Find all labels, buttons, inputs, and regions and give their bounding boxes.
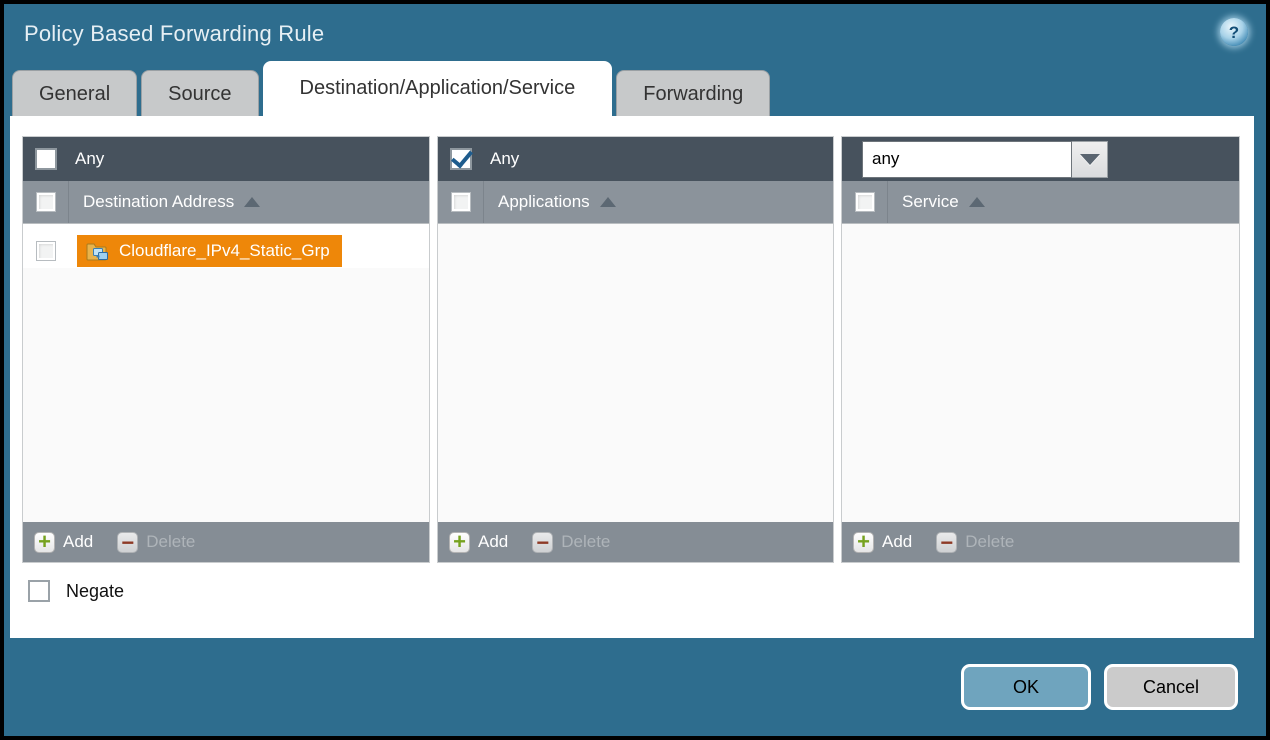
- destination-toolbar: + Add − Delete: [23, 522, 429, 562]
- applications-column-header[interactable]: Applications: [438, 181, 833, 224]
- address-group-item[interactable]: Cloudflare_IPv4_Static_Grp: [77, 235, 342, 267]
- chevron-down-icon: [1080, 154, 1100, 165]
- add-button[interactable]: + Add: [34, 532, 93, 553]
- destination-any-bar: Any: [23, 137, 429, 181]
- help-glyph: ?: [1229, 24, 1239, 41]
- destination-any-checkbox[interactable]: [35, 148, 57, 170]
- delete-button[interactable]: − Delete: [117, 532, 195, 553]
- applications-column-label: Applications: [498, 192, 590, 212]
- destination-column-header[interactable]: Destination Address: [23, 181, 429, 224]
- applications-list: [438, 224, 833, 522]
- add-label: Add: [882, 532, 912, 552]
- tab-content-panel: Any Destination Address: [10, 116, 1254, 638]
- service-toolbar: + Add − Delete: [842, 522, 1239, 562]
- delete-label: Delete: [965, 532, 1014, 552]
- applications-any-bar: Any: [438, 137, 833, 181]
- add-label: Add: [478, 532, 508, 552]
- applications-any-label: Any: [490, 149, 519, 169]
- delete-label: Delete: [561, 532, 610, 552]
- add-button[interactable]: + Add: [853, 532, 912, 553]
- policy-based-forwarding-dialog: Policy Based Forwarding Rule ? General S…: [0, 0, 1270, 740]
- tab-destination-application-service[interactable]: Destination/Application/Service: [263, 61, 613, 116]
- destination-select-all-checkbox[interactable]: [36, 192, 56, 212]
- sort-ascending-icon: [969, 197, 985, 207]
- delete-button[interactable]: − Delete: [936, 532, 1014, 553]
- destination-list: Cloudflare_IPv4_Static_Grp: [23, 224, 429, 522]
- cancel-button[interactable]: Cancel: [1104, 664, 1238, 710]
- sort-ascending-icon: [244, 197, 260, 207]
- service-column-header[interactable]: Service: [842, 181, 1239, 224]
- destination-any-label: Any: [75, 149, 104, 169]
- address-group-icon: [86, 240, 110, 262]
- dialog-title: Policy Based Forwarding Rule: [4, 21, 324, 47]
- title-bar: Policy Based Forwarding Rule ?: [4, 4, 1266, 64]
- applications-select-all-checkbox[interactable]: [451, 192, 471, 212]
- delete-icon: −: [936, 532, 957, 553]
- add-icon: +: [34, 532, 55, 553]
- service-select-all-checkbox[interactable]: [855, 192, 875, 212]
- service-list: [842, 224, 1239, 522]
- service-any-bar: any: [842, 137, 1239, 181]
- tab-forwarding[interactable]: Forwarding: [616, 70, 770, 116]
- delete-icon: −: [532, 532, 553, 553]
- destination-select-all-cell: [23, 181, 69, 223]
- dialog-footer: OK Cancel: [4, 638, 1266, 710]
- columns-container: Any Destination Address: [10, 116, 1254, 563]
- applications-any-checkbox[interactable]: [450, 148, 472, 170]
- negate-checkbox[interactable]: [28, 580, 50, 602]
- ok-button[interactable]: OK: [961, 664, 1091, 710]
- row-checkbox[interactable]: [36, 241, 56, 261]
- row-checkbox-cell: [23, 241, 69, 261]
- service-dropdown[interactable]: any: [862, 141, 1108, 178]
- tab-source[interactable]: Source: [141, 70, 258, 116]
- add-icon: +: [853, 532, 874, 553]
- add-icon: +: [449, 532, 470, 553]
- applications-panel: Any Applications + Add −: [437, 136, 834, 563]
- delete-icon: −: [117, 532, 138, 553]
- delete-label: Delete: [146, 532, 195, 552]
- address-group-label: Cloudflare_IPv4_Static_Grp: [119, 241, 330, 261]
- add-button[interactable]: + Add: [449, 532, 508, 553]
- delete-button[interactable]: − Delete: [532, 532, 610, 553]
- service-dropdown-button[interactable]: [1072, 141, 1108, 178]
- destination-column-label: Destination Address: [83, 192, 234, 212]
- service-panel: any Service +: [841, 136, 1240, 563]
- applications-select-all-cell: [438, 181, 484, 223]
- table-row: Cloudflare_IPv4_Static_Grp: [23, 224, 429, 268]
- negate-label: Negate: [66, 581, 124, 602]
- tab-bar: General Source Destination/Application/S…: [4, 64, 1266, 116]
- service-column-label: Service: [902, 192, 959, 212]
- tab-general[interactable]: General: [12, 70, 137, 116]
- service-select-all-cell: [842, 181, 888, 223]
- sort-ascending-icon: [600, 197, 616, 207]
- destination-address-panel: Any Destination Address: [22, 136, 430, 563]
- applications-toolbar: + Add − Delete: [438, 522, 833, 562]
- add-label: Add: [63, 532, 93, 552]
- service-dropdown-value[interactable]: any: [862, 141, 1072, 178]
- negate-row: Negate: [28, 580, 1254, 602]
- help-icon[interactable]: ?: [1220, 18, 1248, 46]
